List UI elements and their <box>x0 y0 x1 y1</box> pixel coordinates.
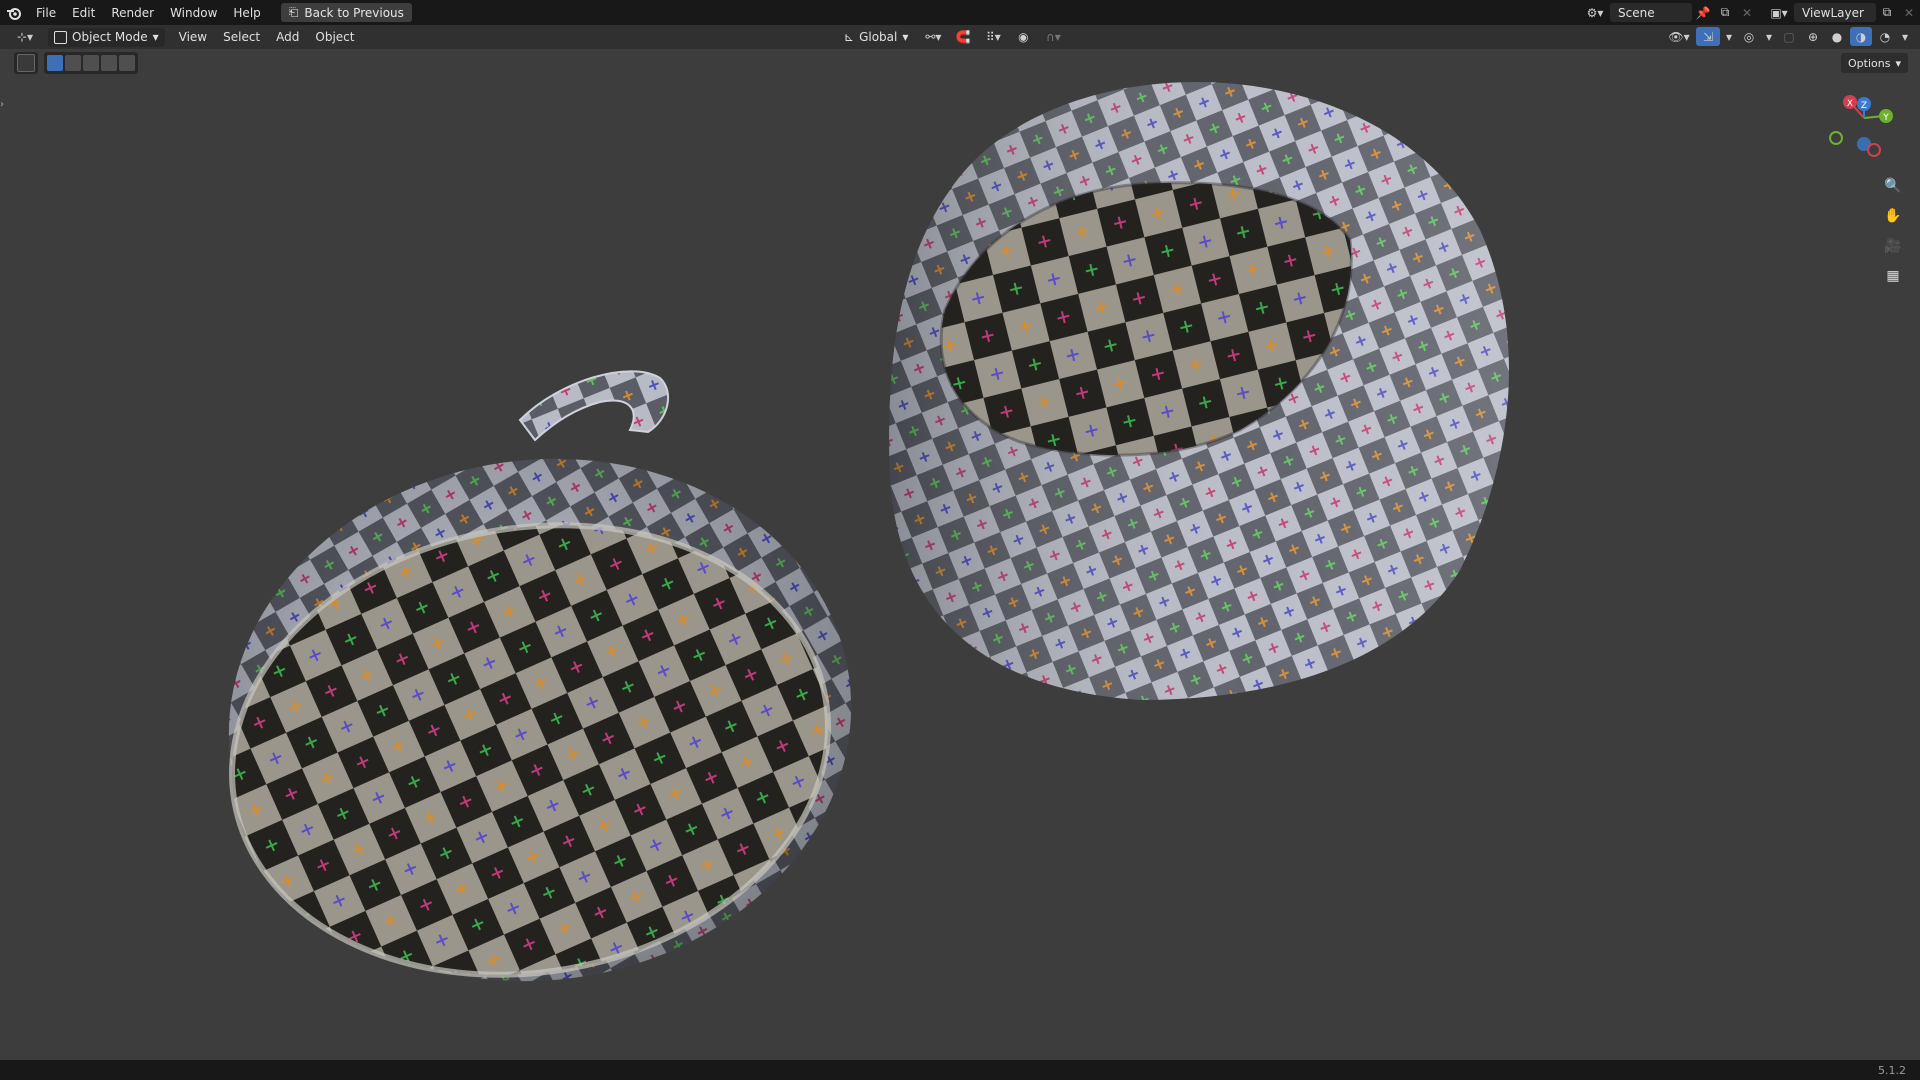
wireframe-shading-icon[interactable]: ⊕ <box>1802 27 1824 46</box>
falloff-curve-icon[interactable]: ∩▾ <box>1038 27 1068 46</box>
toolbar-expand-arrow-icon[interactable]: › <box>0 99 4 110</box>
select-difference-icon[interactable] <box>101 55 117 71</box>
pin-icon[interactable]: 📌 <box>1692 3 1714 22</box>
overlays-dropdown-icon[interactable]: ▾ <box>1762 27 1776 46</box>
gizmo-x-label: X <box>1847 99 1853 109</box>
delete-view-layer-icon[interactable]: ✕ <box>1898 3 1920 22</box>
object-mode-icon <box>54 30 67 44</box>
object-mode-label: Object Mode <box>72 30 148 44</box>
rendered-shading-icon[interactable]: ◔ <box>1874 27 1896 46</box>
orientation-axes-icon: ⊾ <box>844 29 855 44</box>
pivot-point-icon[interactable]: ⚯▾ <box>918 27 948 46</box>
solid-shading-icon[interactable]: ● <box>1826 27 1848 46</box>
left-mug-handle <box>518 370 669 442</box>
select-intersect-icon[interactable] <box>119 55 135 71</box>
snap-toggle-icon[interactable]: 🧲 <box>952 27 974 46</box>
menu-edit[interactable]: Edit <box>64 6 103 20</box>
version-label: 5.1.2 <box>1878 1064 1906 1077</box>
gizmo-y-label: Y <box>1882 113 1889 123</box>
perspective-grid-icon[interactable]: ▦ <box>1880 263 1906 289</box>
scene-selector-icon[interactable]: ⚙▾ <box>1580 3 1610 22</box>
chevron-down-icon: ▾ <box>1895 56 1901 70</box>
shading-dropdown-icon[interactable]: ▾ <box>1898 27 1912 46</box>
xray-toggle-icon[interactable]: ▢ <box>1778 27 1800 46</box>
view-layer-field[interactable]: ViewLayer <box>1794 3 1876 22</box>
selection-mode-group <box>44 52 138 74</box>
header-menu-add[interactable]: Add <box>268 30 307 44</box>
header-menu-view[interactable]: View <box>171 30 215 44</box>
options-dropdown[interactable]: Options ▾ <box>1841 53 1908 73</box>
select-subtract-icon[interactable] <box>83 55 99 71</box>
proportional-editing-icon[interactable]: ◉ <box>1012 27 1034 46</box>
menu-help[interactable]: Help <box>225 6 268 20</box>
status-bar: 5.1.2 <box>0 1060 1920 1080</box>
snap-target-icon[interactable]: ⠿▾ <box>978 27 1008 46</box>
gizmo-dropdown-icon[interactable]: ▾ <box>1722 27 1736 46</box>
cursor-arrow-icon <box>17 54 35 72</box>
header-menu-select[interactable]: Select <box>215 30 268 44</box>
pan-hand-icon[interactable]: ✋ <box>1880 203 1906 229</box>
transform-orientation-dropdown[interactable]: ⊾ Global ▾ <box>838 27 914 46</box>
zoom-icon[interactable]: 🔍 <box>1880 173 1906 199</box>
top-menu-bar: File Edit Render Window Help ⎗ Back to P… <box>0 0 1920 25</box>
material-preview-shading-icon[interactable]: ◑ <box>1850 27 1872 46</box>
view-layer-label: ViewLayer <box>1802 5 1864 20</box>
navigation-gizmo[interactable]: X Y Z <box>1824 88 1904 168</box>
gizmo-toggle-icon[interactable]: ⇲ <box>1696 27 1720 46</box>
scene-name-label: Scene <box>1618 5 1655 20</box>
back-to-previous-label: Back to Previous <box>304 5 404 20</box>
select-new-icon[interactable] <box>47 55 63 71</box>
delete-scene-icon[interactable]: ✕ <box>1736 3 1758 22</box>
select-tool-button[interactable] <box>14 52 38 74</box>
select-extend-icon[interactable] <box>65 55 81 71</box>
header-menu-object[interactable]: Object <box>307 30 362 44</box>
chevron-down-icon: ▾ <box>152 30 159 44</box>
new-scene-icon[interactable]: ⧉ <box>1714 3 1736 22</box>
object-mode-dropdown[interactable]: Object Mode ▾ <box>48 27 165 47</box>
gizmo-neg-x-icon <box>1867 143 1881 157</box>
back-screen-icon: ⎗ <box>288 5 299 19</box>
camera-view-icon[interactable]: 🎥 <box>1880 233 1906 259</box>
back-to-previous-button[interactable]: ⎗ Back to Previous <box>280 3 412 22</box>
viewport-header: ⊹▾ Object Mode ▾ View Select Add Object … <box>0 25 1920 49</box>
overlays-toggle-icon[interactable]: ◎ <box>1738 27 1760 46</box>
3d-viewport[interactable]: › <box>0 49 1920 1060</box>
gizmo-neg-y-icon <box>1829 131 1843 145</box>
gizmo-z-label: Z <box>1861 101 1867 111</box>
tool-settings-row <box>14 52 138 74</box>
editor-type-icon[interactable]: ⊹▾ <box>8 28 42 47</box>
scene-name-field[interactable]: Scene <box>1610 3 1692 22</box>
view-layer-selector-icon[interactable]: ▣▾ <box>1764 3 1794 22</box>
orientation-label: Global <box>859 29 898 44</box>
chevron-down-icon: ▾ <box>902 29 909 44</box>
scene-render <box>228 82 1509 982</box>
menu-window[interactable]: Window <box>162 6 225 20</box>
options-label: Options <box>1848 56 1891 70</box>
blender-logo-icon[interactable] <box>0 3 28 22</box>
new-view-layer-icon[interactable]: ⧉ <box>1876 3 1898 22</box>
visibility-selectability-icon[interactable]: 👁▾ <box>1664 27 1694 46</box>
menu-render[interactable]: Render <box>103 6 162 20</box>
menu-file[interactable]: File <box>28 6 64 20</box>
